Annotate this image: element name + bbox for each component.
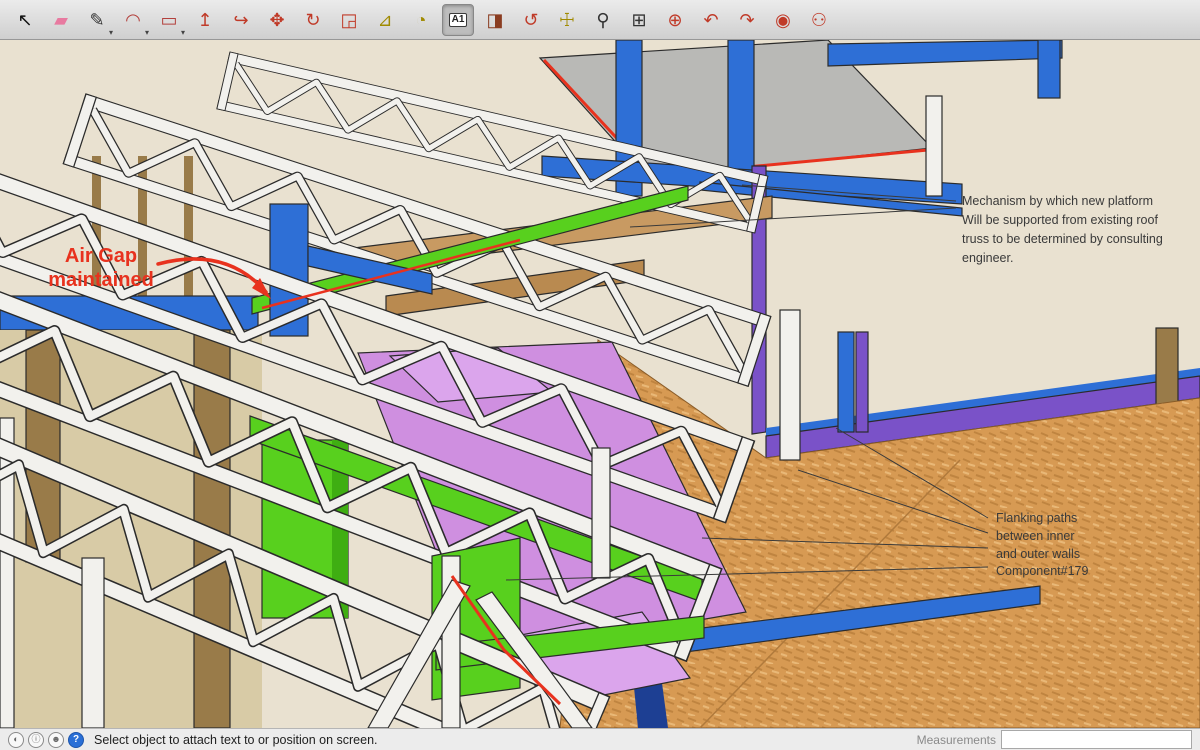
protractor-tool-icon: ◔ [416, 11, 427, 29]
line-tool[interactable]: ✎▾ [82, 5, 112, 35]
tape-measure-tool-icon: ⊿ [377, 11, 392, 29]
measurements-input[interactable] [1001, 730, 1192, 749]
blue-stud[interactable] [728, 40, 754, 186]
move-tool[interactable]: ✥ [262, 5, 292, 35]
arc-tool[interactable]: ◠▾ [118, 5, 148, 35]
zoom-tool-icon: ⚲ [596, 11, 609, 29]
zoom-window-tool-icon: ⊞ [631, 11, 646, 29]
zoom-extents-tool[interactable]: ⊕ [660, 5, 690, 35]
white-post[interactable] [592, 448, 610, 578]
eraser-tool[interactable]: ▰ [46, 5, 76, 35]
rotate-tool-icon: ↻ [305, 11, 320, 29]
tape-measure-tool[interactable]: ⊿ [370, 5, 400, 35]
line-tool-icon: ✎ [89, 11, 104, 29]
status-hint-text: Select object to attach text to or posit… [94, 733, 378, 747]
arc-tool-icon: ◠ [125, 11, 141, 29]
scale-tool-icon: ◲ [340, 11, 357, 29]
shapes-tool-icon: ▭ [160, 11, 177, 29]
walk-tool[interactable]: ⚇ [804, 5, 834, 35]
flanking-text-line2[interactable]: between inner [996, 529, 1075, 543]
white-post[interactable] [780, 310, 800, 460]
next-view-tool-icon: ↷ [739, 11, 754, 29]
pan-tool-icon: ☩ [559, 11, 575, 29]
rotate-tool[interactable]: ↻ [298, 5, 328, 35]
mechanism-text-line3[interactable]: truss to be determined by consulting [962, 232, 1163, 246]
text-tool[interactable]: A1 [442, 4, 474, 36]
protractor-tool[interactable]: ◔ [406, 5, 436, 35]
door-frame-blue[interactable] [838, 332, 854, 432]
measurements-label: Measurements [917, 733, 996, 747]
status-info-icon[interactable]: ⓘ [28, 732, 44, 748]
scale-tool[interactable]: ◲ [334, 5, 364, 35]
component-text[interactable]: Component#179 [996, 564, 1088, 578]
shapes-dropdown-icon[interactable]: ▾ [181, 28, 185, 37]
next-view-tool[interactable]: ↷ [732, 5, 762, 35]
select-tool-icon: ↖ [17, 11, 32, 29]
mechanism-text-line1[interactable]: Mechanism by which new platform [962, 194, 1153, 208]
shapes-tool[interactable]: ▭▾ [154, 5, 184, 35]
flanking-text-line3[interactable]: and outer walls [996, 547, 1080, 561]
orbit-tool-icon: ↺ [523, 11, 538, 29]
status-bar: ◐ ⓘ ☻ ? Select object to attach text to … [0, 728, 1200, 750]
flanking-text-line1[interactable]: Flanking paths [996, 511, 1077, 525]
zoom-extents-tool-icon: ⊕ [667, 11, 682, 29]
paint-bucket-tool-icon: ◨ [486, 11, 503, 29]
move-tool-icon: ✥ [269, 11, 284, 29]
air-gap-text-line1[interactable]: Air Gap [65, 245, 137, 267]
status-geolocate-icon[interactable]: ◐ [8, 732, 24, 748]
previous-view-tool-icon: ↶ [703, 11, 718, 29]
zoom-window-tool[interactable]: ⊞ [624, 5, 654, 35]
arc-dropdown-icon[interactable]: ▾ [145, 28, 149, 37]
pan-tool[interactable]: ☩ [552, 5, 582, 35]
select-tool[interactable]: ↖ [10, 5, 40, 35]
mechanism-text-line2[interactable]: Will be supported from existing roof [962, 213, 1158, 227]
white-post[interactable] [926, 96, 942, 196]
white-post[interactable] [82, 558, 104, 728]
push-pull-tool[interactable]: ↥ [190, 5, 220, 35]
door-frame-purple[interactable] [856, 332, 868, 432]
follow-me-tool-icon: ↪ [233, 11, 248, 29]
status-help-icon[interactable]: ? [68, 732, 84, 748]
eraser-tool-icon: ▰ [54, 11, 68, 29]
orbit-tool[interactable]: ↺ [516, 5, 546, 35]
position-camera-tool-icon: ◉ [775, 11, 791, 29]
air-gap-text-line2[interactable]: maintained [48, 269, 154, 291]
mechanism-text-line4[interactable]: engineer. [962, 251, 1013, 265]
line-dropdown-icon[interactable]: ▾ [109, 28, 113, 37]
walk-tool-icon: ⚇ [811, 11, 827, 29]
push-pull-tool-icon: ↥ [197, 11, 212, 29]
text-tool-icon: A1 [449, 13, 468, 27]
wall-stud[interactable] [184, 156, 193, 298]
paint-bucket-tool[interactable]: ◨ [480, 5, 510, 35]
model-viewport[interactable]: Air Gap maintained Mechanism by which ne… [0, 40, 1200, 728]
follow-me-tool[interactable]: ↪ [226, 5, 256, 35]
status-user-icon[interactable]: ☻ [48, 732, 64, 748]
zoom-tool[interactable]: ⚲ [588, 5, 618, 35]
previous-view-tool[interactable]: ↶ [696, 5, 726, 35]
position-camera-tool[interactable]: ◉ [768, 5, 798, 35]
main-toolbar: ↖▰✎▾◠▾▭▾↥↪✥↻◲⊿◔A1◨↺☩⚲⊞⊕↶↷◉⚇ [0, 0, 1200, 40]
blue-stud[interactable] [1038, 40, 1060, 98]
